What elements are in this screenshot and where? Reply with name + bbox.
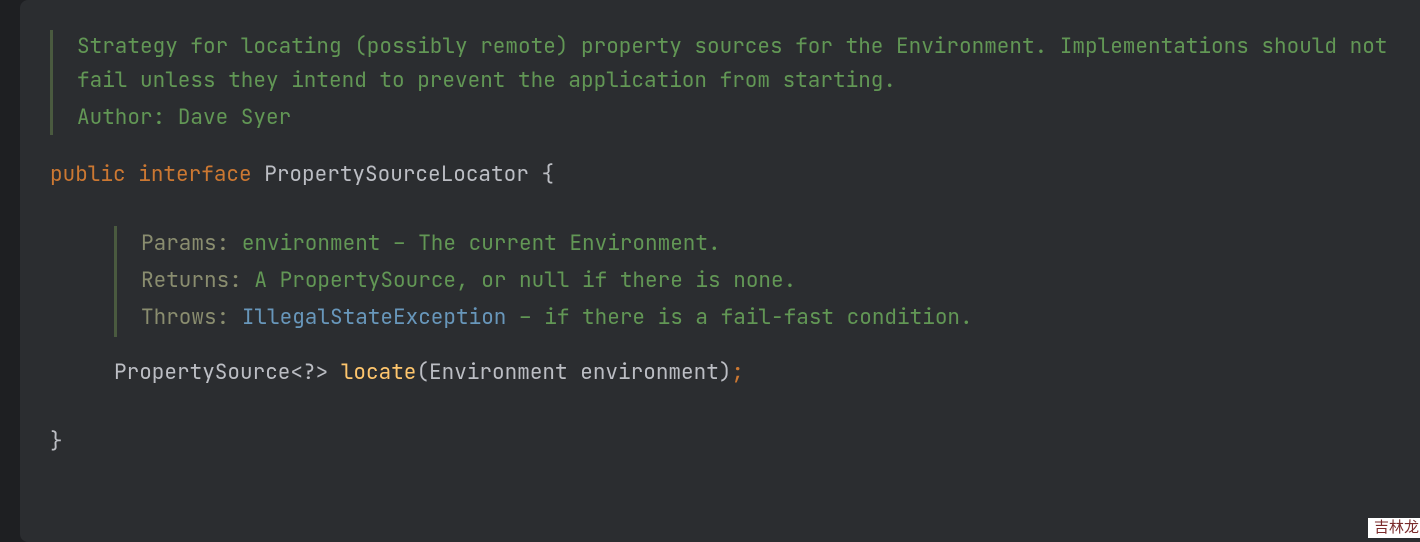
params-value: environment – The current Environment. [242, 230, 721, 257]
watermark: 吉林龙网 [1368, 518, 1420, 538]
returns-value: A PropertySource, or null if there is no… [254, 267, 796, 294]
javadoc-description: Strategy for locating (possibly remote) … [77, 30, 1410, 97]
class-declaration-line: public interface PropertySourceLocator { [50, 157, 1410, 193]
throws-label: Throws: [141, 304, 229, 331]
method-javadoc: Params: environment – The current Enviro… [114, 226, 1410, 336]
keyword-public: public [50, 161, 126, 188]
code-editor[interactable]: Strategy for locating (possibly remote) … [20, 0, 1420, 542]
returns-label: Returns: [141, 267, 242, 294]
method-name: locate [341, 359, 417, 386]
open-brace: { [541, 161, 554, 188]
javadoc-throws: Throws: IllegalStateException – if there… [141, 300, 1410, 337]
editor-gutter [0, 0, 20, 542]
throws-type: IllegalStateException [242, 304, 507, 331]
author-label: Author: [77, 104, 165, 131]
javadoc-params: Params: environment – The current Enviro… [141, 226, 1410, 263]
author-value: Dave Syer [178, 104, 291, 131]
javadoc-returns: Returns: A PropertySource, or null if th… [141, 263, 1410, 300]
class-name: PropertySourceLocator [264, 161, 529, 188]
method-params: (Environment environment) [416, 359, 731, 386]
throws-rest: – if there is a fail-fast condition. [506, 304, 972, 331]
close-brace: } [50, 428, 63, 455]
semicolon: ; [731, 359, 744, 386]
method-declaration-line: PropertySource<?> locate(Environment env… [50, 355, 1410, 391]
params-label: Params: [141, 230, 229, 257]
keyword-interface: interface [138, 161, 251, 188]
blank-line [50, 390, 1410, 424]
close-brace-line: } [50, 424, 1410, 460]
class-javadoc: Strategy for locating (possibly remote) … [50, 30, 1410, 135]
javadoc-author: Author: Dave Syer [77, 101, 1410, 135]
return-type: PropertySource<?> [114, 359, 328, 386]
